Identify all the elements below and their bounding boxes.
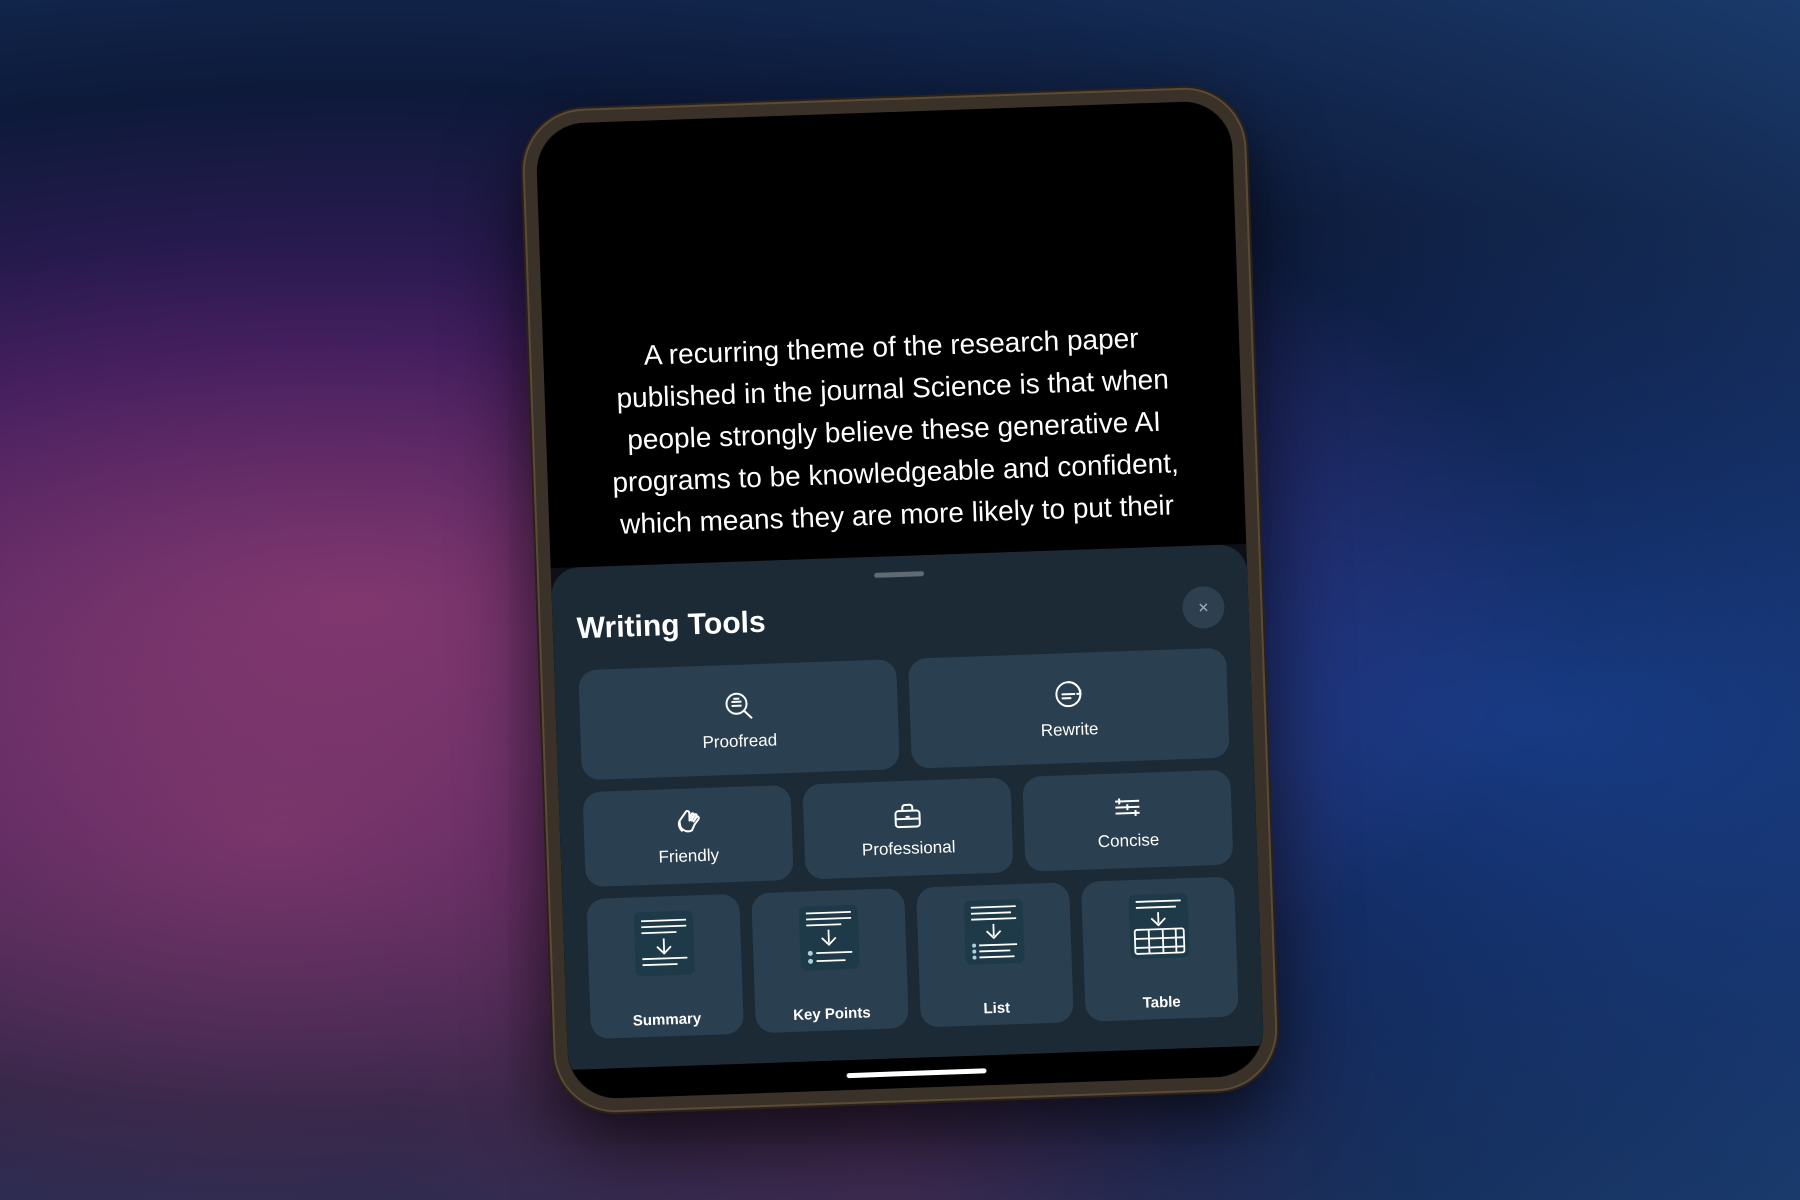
article-text: A recurring theme of the research paper … [593,316,1196,547]
drag-handle[interactable] [874,571,924,578]
tools-row-3: Summary [586,877,1238,1040]
summary-label: Summary [633,1010,702,1029]
close-button[interactable]: × [1182,586,1225,629]
phone-device: A recurring theme of the research paper … [523,88,1277,1113]
writing-tools-panel: Writing Tools × [551,544,1264,1070]
rewrite-icon [1050,676,1087,713]
table-icon [1125,890,1192,962]
table-button[interactable]: Table [1081,877,1239,1022]
summary-button[interactable]: Summary [586,894,744,1039]
concise-button[interactable]: Concise [1022,770,1233,872]
phone-wrapper: A recurring theme of the research paper … [523,88,1277,1113]
tools-row-2: Friendly [583,770,1234,888]
tools-row-1: Proofread [578,648,1229,781]
rewrite-button[interactable]: Rewrite [908,648,1230,769]
key-points-icon [796,902,863,974]
close-icon: × [1198,597,1209,618]
proofread-icon [720,687,757,724]
concise-label: Concise [1097,830,1159,852]
professional-label: Professional [862,837,956,860]
list-label: List [983,999,1010,1017]
proofread-label: Proofread [702,730,777,753]
rewrite-label: Rewrite [1041,719,1099,741]
professional-icon [891,798,924,831]
panel-title: Writing Tools [576,606,766,647]
professional-button[interactable]: Professional [802,777,1013,879]
home-bar [846,1068,986,1078]
key-points-label: Key Points [793,1004,871,1024]
article-text-area: A recurring theme of the research paper … [535,100,1246,568]
friendly-icon [671,805,704,838]
friendly-label: Friendly [658,845,719,867]
phone-screen: A recurring theme of the research paper … [535,100,1265,1100]
tools-grid: Proofread [578,648,1238,1039]
panel-header: Writing Tools × [576,586,1225,651]
list-button[interactable]: List [916,882,1074,1027]
table-label: Table [1142,993,1181,1011]
concise-icon [1111,790,1144,823]
friendly-button[interactable]: Friendly [583,785,794,887]
list-icon [960,896,1027,968]
key-points-button[interactable]: Key Points [751,888,909,1033]
proofread-button[interactable]: Proofread [578,659,900,780]
summary-icon [631,907,698,979]
